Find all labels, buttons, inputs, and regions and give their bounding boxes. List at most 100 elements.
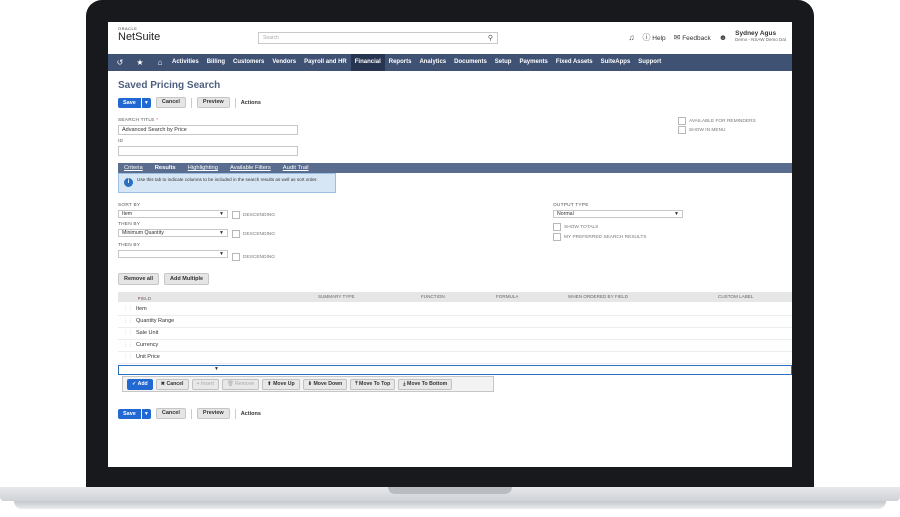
add-multiple-button[interactable]: Add Multiple	[164, 273, 210, 285]
row-field-value: Item	[136, 306, 147, 312]
preferred-results-label: MY PREFERRED SEARCH RESULTS	[564, 234, 647, 240]
nav-item-setup[interactable]: Setup	[491, 54, 516, 71]
id-input[interactable]	[118, 146, 298, 156]
table-row[interactable]: ⋮⋮ Unit Price	[118, 351, 792, 364]
drag-handle-icon[interactable]: ⋮⋮	[123, 354, 133, 360]
cancel-button[interactable]: Cancel	[155, 408, 186, 419]
descending-row-1: DESCENDING	[232, 211, 275, 219]
help-link[interactable]: ⓘ Help	[642, 32, 665, 43]
netsuite-logo[interactable]: ORACLE NetSuite	[118, 26, 160, 43]
main-nav: ↺ ★ ⌂ Activities Billing Customers Vendo…	[108, 54, 792, 71]
search-icon[interactable]: ⚲	[488, 34, 493, 42]
nav-item-suiteapps[interactable]: SuiteApps	[597, 54, 635, 71]
nav-item-billing[interactable]: Billing	[203, 54, 229, 71]
global-search-input[interactable]: Search ⚲	[258, 32, 498, 44]
then-by-label-2: THEN BY	[118, 243, 141, 248]
info-icon: i	[124, 178, 133, 187]
preview-button[interactable]: Preview	[196, 97, 230, 108]
preview-button[interactable]: Preview	[196, 408, 230, 419]
show-totals-checkbox[interactable]	[553, 223, 561, 231]
field-select[interactable]: ▼	[127, 366, 222, 374]
descending-checkbox-1[interactable]	[232, 211, 240, 219]
user-icon[interactable]: ☻	[719, 33, 727, 42]
remove-button[interactable]: 🗑 Remove	[221, 378, 260, 390]
row-edit-buttons: ✓ Add ✖ Cancel + Insert 🗑 Remove ⬆ Move …	[122, 376, 494, 392]
save-dropdown-icon[interactable]: ▼	[141, 408, 151, 419]
actions-menu[interactable]: Actions	[241, 411, 261, 417]
descending-checkbox-3[interactable]	[232, 253, 240, 261]
dropdown-arrow-icon: ▼	[674, 211, 679, 217]
available-reminders-checkbox[interactable]	[678, 117, 686, 125]
preferred-results-row: MY PREFERRED SEARCH RESULTS	[553, 233, 646, 241]
drag-handle-icon[interactable]: ⋮⋮	[123, 318, 133, 324]
nav-item-financial[interactable]: Financial	[350, 54, 385, 71]
preferred-results-checkbox[interactable]	[553, 233, 561, 241]
laptop-notch	[388, 487, 512, 494]
sort-by-select[interactable]: Item ▼	[118, 210, 228, 218]
nav-item-documents[interactable]: Documents	[450, 54, 491, 71]
search-title-label: SEARCH TITLE *	[118, 118, 158, 123]
screen: ORACLE NetSuite Search ⚲ ♫ ⓘ Help ✉ Feed…	[108, 22, 792, 467]
nav-item-payroll[interactable]: Payroll and HR	[300, 54, 351, 71]
nav-item-vendors[interactable]: Vendors	[268, 54, 300, 71]
tab-available-filters[interactable]: Available Filters	[224, 163, 277, 173]
save-dropdown-icon[interactable]: ▼	[141, 97, 151, 108]
then-by-select[interactable]: Minimum Quantity ▼	[118, 229, 228, 237]
divider	[234, 408, 236, 419]
descending-label-1: DESCENDING	[243, 212, 275, 218]
search-title-input[interactable]: Advanced Search by Price	[118, 125, 298, 135]
netsuite-wordmark: NetSuite	[118, 31, 161, 43]
drag-handle-icon[interactable]: ⋮⋮	[123, 342, 133, 348]
insert-button[interactable]: + Insert	[191, 378, 219, 390]
descending-label-3: DESCENDING	[243, 254, 275, 260]
drag-handle-icon[interactable]: ⋮⋮	[123, 306, 133, 312]
cancel-row-button[interactable]: ✖ Cancel	[155, 378, 189, 390]
actions-menu[interactable]: Actions	[241, 100, 261, 106]
nav-item-reports[interactable]: Reports	[385, 54, 416, 71]
row-field-value: Quantity Range	[136, 318, 175, 324]
show-in-menu-checkbox[interactable]	[678, 126, 686, 134]
feedback-link[interactable]: ✉ Feedback	[674, 33, 711, 42]
sort-by-label: SORT BY	[118, 203, 141, 208]
move-to-bottom-button[interactable]: ⤓ Move To Bottom	[398, 378, 453, 390]
star-icon[interactable]: ★	[132, 58, 148, 67]
dropdown-arrow-icon: ▼	[219, 251, 224, 257]
save-button[interactable]: Save	[118, 408, 141, 419]
output-type-label: OUTPUT TYPE	[553, 203, 589, 208]
move-down-button[interactable]: ⬇ Move Down	[302, 378, 348, 390]
home-icon[interactable]: ⌂	[152, 58, 168, 67]
save-button[interactable]: Save	[118, 97, 141, 108]
dropdown-arrow-icon: ▼	[219, 211, 224, 217]
notification-icon[interactable]: ♫	[628, 33, 634, 42]
nav-item-activities[interactable]: Activities	[168, 54, 203, 71]
tab-criteria[interactable]: Criteria	[118, 163, 149, 173]
move-up-button[interactable]: ⬆ Move Up	[262, 378, 300, 390]
edit-row[interactable]: ▼	[118, 365, 792, 375]
feedback-label: Feedback	[682, 34, 711, 42]
cancel-button[interactable]: Cancel	[155, 97, 186, 108]
required-marker: *	[138, 296, 140, 301]
nav-item-payments[interactable]: Payments	[515, 54, 551, 71]
output-type-select[interactable]: Normal ▼	[553, 210, 683, 218]
show-in-menu-label: SHOW IN MENU	[689, 127, 726, 133]
tab-audit-trail[interactable]: Audit Trail	[277, 163, 315, 173]
add-button[interactable]: ✓ Add	[127, 378, 153, 390]
move-to-top-button[interactable]: ⤒ Move To Top	[350, 378, 396, 390]
nav-item-analytics[interactable]: Analytics	[415, 54, 450, 71]
remove-all-button[interactable]: Remove all	[118, 273, 160, 285]
nav-item-fixed-assets[interactable]: Fixed Assets	[552, 54, 597, 71]
descending-checkbox-2[interactable]	[232, 230, 240, 238]
row-field-value: Currency	[136, 342, 159, 348]
nav-item-customers[interactable]: Customers	[229, 54, 268, 71]
drag-handle-icon[interactable]: ⋮⋮	[123, 330, 133, 336]
user-menu[interactable]: Sydney Agus Demo - NSAW Demo Dat	[735, 30, 786, 43]
tab-highlighting[interactable]: Highlighting	[182, 163, 224, 173]
descending-label-2: DESCENDING	[243, 231, 275, 237]
history-icon[interactable]: ↺	[112, 58, 128, 67]
nav-item-support[interactable]: Support	[634, 54, 665, 71]
then-by-label: THEN BY	[118, 222, 141, 227]
show-totals-label: SHOW TOTALS	[564, 224, 599, 230]
tab-results[interactable]: Results	[149, 163, 182, 173]
column-header-summary-type: SUMMARY TYPE	[318, 294, 355, 299]
then-by-select-2[interactable]: ▼	[118, 250, 228, 258]
